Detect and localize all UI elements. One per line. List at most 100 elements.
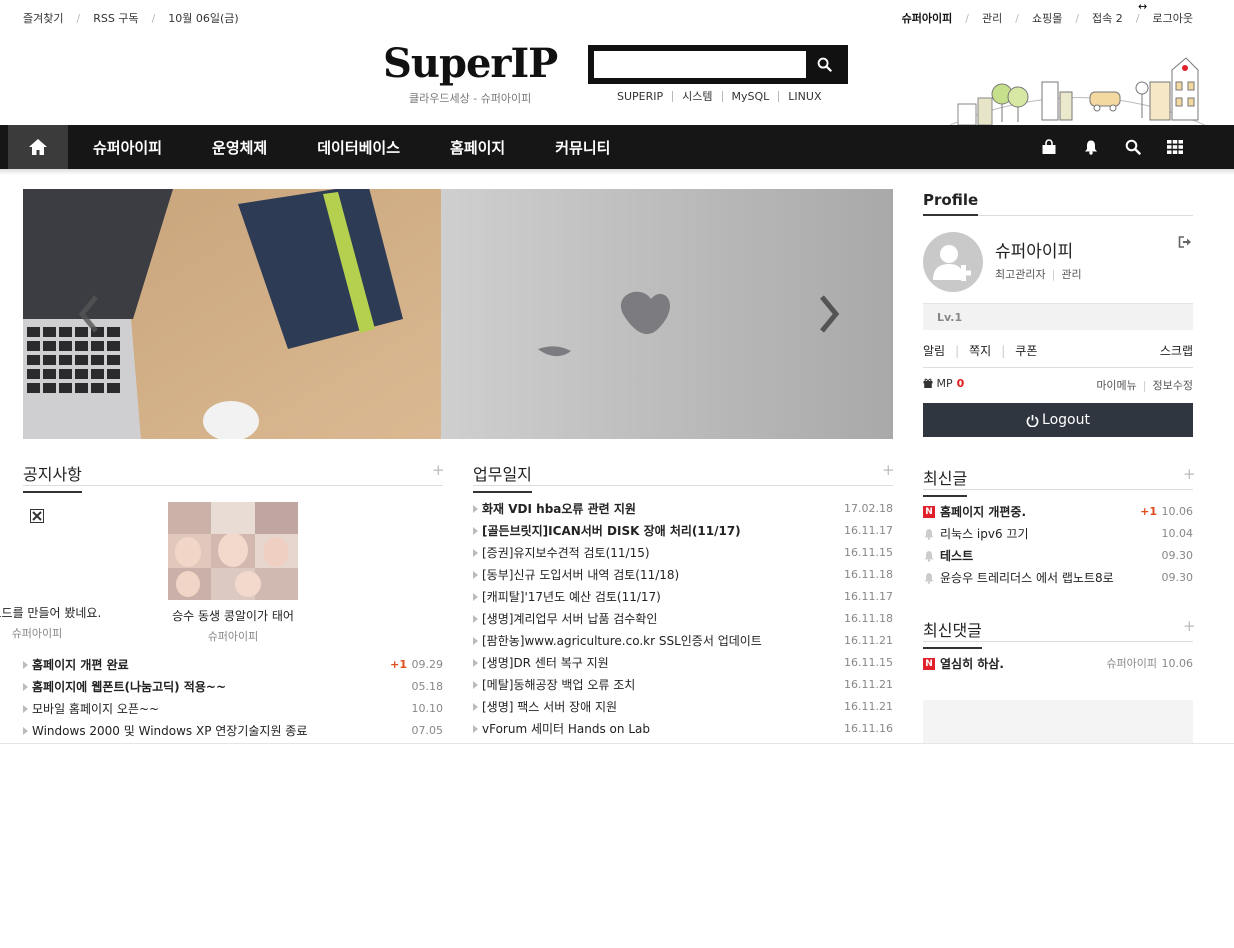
coupons-link[interactable]: 쿠폰 bbox=[1015, 344, 1037, 358]
list-item[interactable]: [생명]계리업무 서버 납품 검수확인 16.11.18 bbox=[473, 608, 893, 630]
post-title[interactable]: [골든브릿지]ICAN서버 DISK 장애 처리(11/17) bbox=[482, 524, 741, 538]
list-item[interactable]: N 홈페이지 개편중. +1 10.06 bbox=[923, 501, 1193, 523]
admin-link[interactable]: 관리 bbox=[982, 10, 1002, 26]
profile-manage-link[interactable]: 관리 bbox=[1061, 268, 1081, 281]
signout-button[interactable] bbox=[1178, 236, 1192, 251]
nav-search-button[interactable] bbox=[1112, 139, 1154, 155]
gallery-item[interactable]: QR코드를 만들어 봤네요. 슈퍼아이피 bbox=[0, 502, 102, 641]
rss-link[interactable]: RSS 구독 bbox=[93, 10, 138, 26]
nav-item-community[interactable]: 커뮤니티 bbox=[530, 137, 635, 158]
nav-item-os[interactable]: 운영체제 bbox=[187, 137, 292, 158]
separator: / bbox=[76, 11, 81, 25]
search-input[interactable] bbox=[594, 51, 806, 78]
post-title[interactable]: Windows 2000 및 Windows XP 연장기술지원 종료 bbox=[32, 724, 307, 738]
post-title[interactable]: [생명] 팩스 서버 장애 지원 bbox=[482, 700, 617, 714]
post-title[interactable]: 홈페이지에 웹폰트(나눔고딕) 적용~~ bbox=[32, 680, 226, 694]
list-item[interactable]: [캐피탈]'17년도 예산 검토(11/17) 16.11.17 bbox=[473, 586, 893, 608]
gallery-author: 슈퍼아이피 bbox=[207, 630, 259, 643]
edit-profile-link[interactable]: 정보수정 bbox=[1153, 379, 1193, 392]
notice-more-icon[interactable]: + bbox=[432, 461, 445, 479]
post-title[interactable]: 윤승우 트레리더스 에서 랩노트8로 bbox=[940, 571, 1114, 585]
worklog-title[interactable]: 업무일지 bbox=[473, 461, 532, 493]
list-item[interactable]: 홈페이지 개편 완료 +1 09.29 bbox=[23, 654, 443, 676]
gallery-author: 슈퍼아이피 bbox=[11, 627, 63, 640]
shopping-bag-button[interactable] bbox=[1028, 139, 1070, 155]
logout-button[interactable]: Logout bbox=[923, 403, 1193, 437]
post-date: 16.11.21 bbox=[844, 678, 893, 691]
list-item[interactable]: 모바일 홈페이지 오픈~~ 10.10 bbox=[23, 698, 443, 720]
post-title[interactable]: [증권]유지보수견적 검토(11/15) bbox=[482, 546, 650, 560]
home-button[interactable] bbox=[8, 125, 68, 169]
shop-link[interactable]: 쇼핑몰 bbox=[1032, 10, 1062, 26]
nav-item-superip[interactable]: 슈퍼아이피 bbox=[68, 137, 187, 158]
recent-posts-more-icon[interactable]: + bbox=[1183, 465, 1196, 483]
list-item[interactable]: [골든브릿지]ICAN서버 DISK 장애 처리(11/17) 16.11.17 bbox=[473, 520, 893, 542]
comment-title[interactable]: 열심히 하삼. bbox=[940, 657, 1004, 671]
top-right-links: 슈퍼아이피 / 관리 / 쇼핑몰 / 접속 2 / 로그아웃 bbox=[902, 10, 1193, 26]
post-date: 16.11.15 bbox=[844, 546, 893, 559]
slider-prev-icon[interactable] bbox=[78, 294, 100, 334]
nav-shadow bbox=[0, 169, 1234, 175]
post-date: 16.11.16 bbox=[844, 722, 893, 735]
post-title[interactable]: 테스트 bbox=[940, 549, 973, 563]
post-title[interactable]: 홈페이지 개편 완료 bbox=[32, 658, 129, 672]
mymenu-link[interactable]: 마이메뉴 bbox=[1096, 379, 1136, 392]
notice-title[interactable]: 공지사항 bbox=[23, 461, 82, 493]
list-item[interactable]: 윤승우 트레리더스 에서 랩노트8로 09.30 bbox=[923, 567, 1193, 589]
nav-item-database[interactable]: 데이터베이스 bbox=[292, 137, 425, 158]
search-tag[interactable]: LINUX bbox=[778, 91, 830, 102]
list-item[interactable]: 테스트 09.30 bbox=[923, 545, 1193, 567]
search-tag[interactable]: SUPERIP bbox=[617, 91, 672, 102]
list-item[interactable]: Windows 2000 및 Windows XP 연장기술지원 종료 07.05 bbox=[23, 720, 443, 742]
town-illustration bbox=[950, 57, 1205, 125]
post-title[interactable]: 모바일 홈페이지 오픈~~ bbox=[32, 702, 159, 716]
search-button[interactable] bbox=[806, 51, 842, 78]
list-item[interactable]: [증권]유지보수견적 검토(11/15) 16.11.15 bbox=[473, 542, 893, 564]
search-tag[interactable]: MySQL bbox=[721, 91, 779, 102]
list-item[interactable]: 홈페이지에 웹폰트(나눔고딕) 적용~~ 05.18 bbox=[23, 676, 443, 698]
list-item[interactable]: [팜한농]www.agriculture.co.kr SSL인증서 업데이트 16… bbox=[473, 630, 893, 652]
list-item[interactable]: [생명] 팩스 서버 장애 지원 16.11.21 bbox=[473, 696, 893, 718]
recent-posts-list: N 홈페이지 개편중. +1 10.06 리눅스 ipv6 끄기 10.04 테스트 09… bbox=[923, 501, 1193, 589]
scrap-link[interactable]: 스크랩 bbox=[1160, 342, 1193, 359]
list-item[interactable]: 리눅스 ipv6 끄기 10.04 bbox=[923, 523, 1193, 545]
visitors-link[interactable]: 접속 2 bbox=[1092, 10, 1123, 26]
post-title[interactable]: 화재 VDI hba오류 관련 지원 bbox=[482, 502, 636, 516]
list-item[interactable]: [생명]DR 센터 복구 지원 16.11.15 bbox=[473, 652, 893, 674]
user-link[interactable]: 슈퍼아이피 bbox=[902, 10, 953, 26]
apps-menu-button[interactable] bbox=[1154, 140, 1196, 154]
post-title[interactable]: [생명]계리업무 서버 납품 검수확인 bbox=[482, 612, 657, 626]
avatar[interactable] bbox=[923, 232, 983, 292]
site-logo[interactable]: SuperIP bbox=[383, 40, 558, 87]
post-title[interactable]: [생명]DR 센터 복구 지원 bbox=[482, 656, 609, 670]
messages-link[interactable]: 쪽지 bbox=[969, 344, 991, 358]
points-value[interactable]: 0 bbox=[957, 377, 965, 390]
list-item[interactable]: N 열심히 하삼. 슈퍼아이피 10.06 bbox=[923, 653, 1193, 675]
separator: | bbox=[1051, 268, 1056, 281]
list-item[interactable]: vForum 세미터 Hands on Lab 16.11.16 bbox=[473, 718, 893, 740]
list-item[interactable]: 화재 VDI hba오류 관련 지원 17.02.18 bbox=[473, 498, 893, 520]
search-tag[interactable]: 시스템 bbox=[672, 91, 721, 102]
post-title[interactable]: vForum 세미터 Hands on Lab bbox=[482, 722, 650, 736]
list-item[interactable]: [메탈]동해공장 백업 오류 조치 16.11.21 bbox=[473, 674, 893, 696]
resize-cursor-icon: ↔ bbox=[1138, 0, 1148, 13]
nav-item-homepage[interactable]: 홈페이지 bbox=[425, 137, 530, 158]
logout-link[interactable]: 로그아웃 bbox=[1153, 10, 1193, 26]
bookmark-link[interactable]: 즐겨찾기 bbox=[23, 10, 63, 26]
post-title[interactable]: [동부]신규 도입서버 내역 검토(11/18) bbox=[482, 568, 679, 582]
post-title[interactable]: [팜한농]www.agriculture.co.kr SSL인증서 업데이트 bbox=[482, 634, 762, 648]
notification-button[interactable] bbox=[1070, 139, 1112, 155]
worklog-more-icon[interactable]: + bbox=[882, 461, 895, 479]
slider-next-icon[interactable] bbox=[818, 294, 840, 334]
post-title[interactable]: 리눅스 ipv6 끄기 bbox=[940, 527, 1029, 541]
recent-comments-title[interactable]: 최신댓글 bbox=[923, 617, 982, 649]
separator: / bbox=[1075, 11, 1080, 25]
recent-comments-more-icon[interactable]: + bbox=[1183, 617, 1196, 635]
alerts-link[interactable]: 알림 bbox=[923, 344, 945, 358]
post-title[interactable]: [메탈]동해공장 백업 오류 조치 bbox=[482, 678, 635, 692]
gallery-item[interactable]: 승수 동생 콩알이가 태어 슈퍼아이피 bbox=[168, 502, 298, 644]
post-title[interactable]: 홈페이지 개편중. bbox=[940, 505, 1026, 519]
recent-posts-title[interactable]: 최신글 bbox=[923, 465, 968, 497]
list-item[interactable]: [동부]신규 도입서버 내역 검토(11/18) 16.11.18 bbox=[473, 564, 893, 586]
post-title[interactable]: [캐피탈]'17년도 예산 검토(11/17) bbox=[482, 590, 661, 604]
